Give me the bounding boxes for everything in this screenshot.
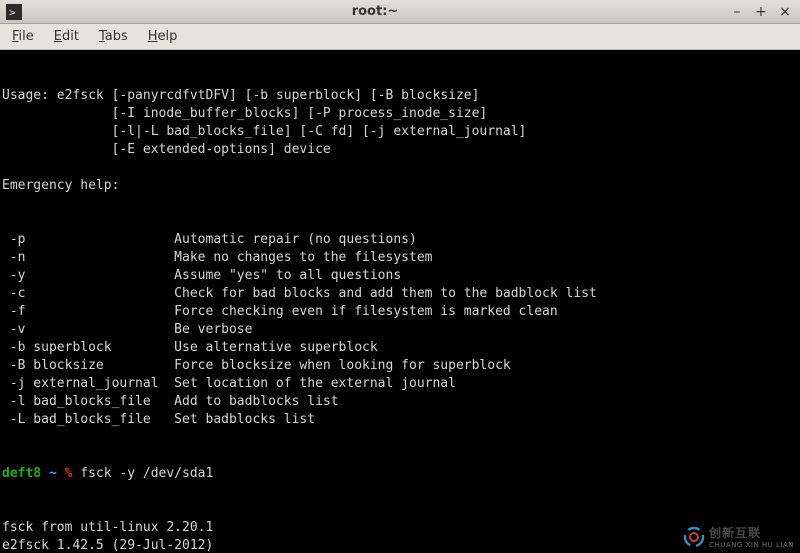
terminal-help-options: -p Automatic repair (no questions) -n Ma…: [2, 231, 798, 429]
menu-tabs[interactable]: Tabs: [91, 27, 136, 46]
menubar: File Edit Tabs Help: [0, 24, 800, 50]
terminal-line: -n Make no changes to the filesystem: [2, 249, 798, 267]
terminal-line: -l bad_blocks_file Add to badblocks list: [2, 393, 798, 411]
terminal-line: [2, 159, 798, 177]
terminal-prompt-line: deft8 ~ % fsck -y /dev/sda1: [2, 465, 798, 483]
terminal-line: Emergency help:: [2, 177, 798, 195]
window-controls: – + ×: [722, 5, 800, 19]
terminal-line: fsck from util-linux 2.20.1: [2, 519, 798, 537]
prompt-host: deft8: [2, 466, 41, 481]
prompt-path: [41, 466, 49, 481]
terminal-line: -p Automatic repair (no questions): [2, 231, 798, 249]
window-title: root:~: [28, 4, 722, 19]
terminal-line: e2fsck 1.42.5 (29-Jul-2012): [2, 537, 798, 553]
terminal-line: -j external_journal Set location of the …: [2, 375, 798, 393]
terminal-output-block: fsck from util-linux 2.20.1e2fsck 1.42.5…: [2, 519, 798, 553]
terminal-usage-block: Usage: e2fsck [-panyrcdfvtDFV] [-b super…: [2, 87, 798, 195]
terminal-line: -B blocksize Force blocksize when lookin…: [2, 357, 798, 375]
terminal-line: -f Force checking even if filesystem is …: [2, 303, 798, 321]
terminal-app-icon: >: [6, 4, 22, 20]
terminal-line: -y Assume "yes" to all questions: [2, 267, 798, 285]
window-maximize-button[interactable]: +: [754, 5, 768, 19]
menu-file[interactable]: File: [4, 27, 42, 46]
menu-edit[interactable]: Edit: [46, 27, 87, 46]
terminal-line: [-E extended-options] device: [2, 141, 798, 159]
terminal-line: -b superblock Use alternative superblock: [2, 339, 798, 357]
svg-text:>: >: [9, 6, 16, 19]
window-minimize-button[interactable]: –: [730, 5, 744, 19]
terminal-line: [-l|-L bad_blocks_file] [-C fd] [-j exte…: [2, 123, 798, 141]
menu-help[interactable]: Help: [140, 27, 186, 46]
prompt-command: fsck -y /dev/sda1: [80, 466, 213, 481]
terminal-viewport[interactable]: Usage: e2fsck [-panyrcdfvtDFV] [-b super…: [0, 50, 800, 553]
prompt-separator: %: [57, 466, 80, 481]
terminal-line: -L bad_blocks_file Set badblocks list: [2, 411, 798, 429]
window-titlebar: > root:~ – + ×: [0, 0, 800, 24]
terminal-line: [-I inode_buffer_blocks] [-P process_ino…: [2, 105, 798, 123]
window-close-button[interactable]: ×: [778, 5, 792, 19]
terminal-line: -c Check for bad blocks and add them to …: [2, 285, 798, 303]
terminal-line: -v Be verbose: [2, 321, 798, 339]
terminal-line: Usage: e2fsck [-panyrcdfvtDFV] [-b super…: [2, 87, 798, 105]
